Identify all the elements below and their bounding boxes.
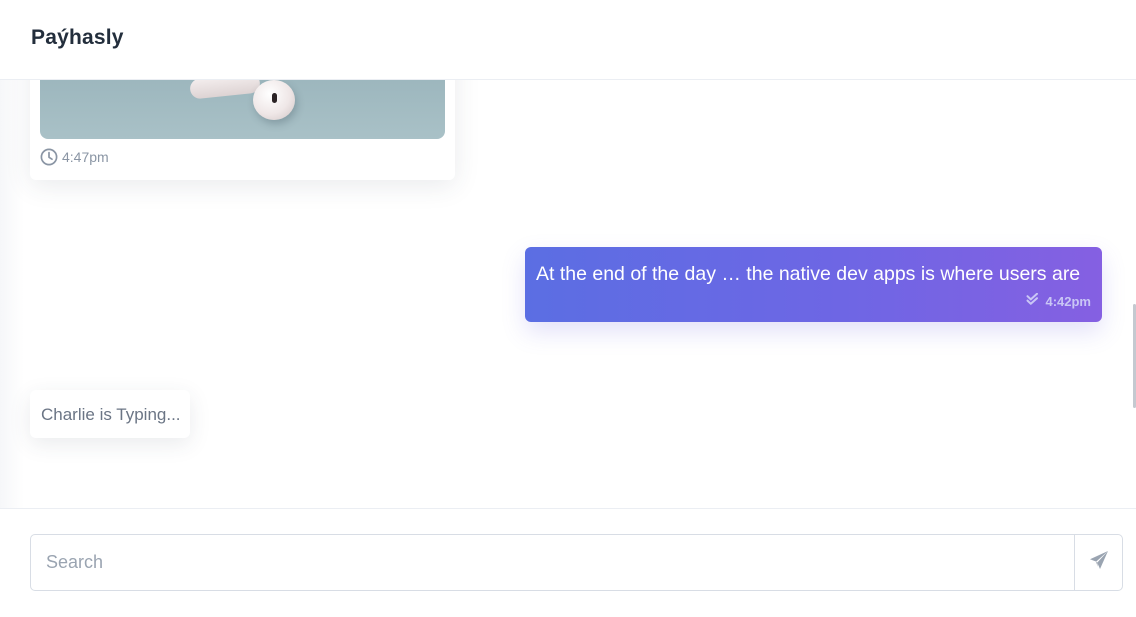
message-time: 4:47pm: [62, 149, 109, 165]
message-text: At the end of the day … the native dev a…: [536, 263, 1081, 285]
incoming-image-message: 4:47pm: [30, 80, 455, 180]
send-button[interactable]: [1074, 535, 1122, 590]
paper-plane-icon: [1089, 550, 1109, 575]
composer-input-group: [30, 534, 1123, 591]
typing-text: Charlie is Typing...: [41, 405, 181, 424]
chat-page: Paýhasly 4:47pm At the end of the day … …: [0, 0, 1136, 617]
message-meta: 4:42pm: [1026, 292, 1091, 309]
airpod-grille: [272, 93, 277, 103]
outgoing-message: At the end of the day … the native dev a…: [525, 247, 1102, 322]
message-scrollbar[interactable]: [1132, 80, 1136, 508]
message-list[interactable]: 4:47pm At the end of the day … the nativ…: [0, 80, 1136, 508]
message-time: 4:42pm: [1045, 293, 1091, 309]
composer-footer: [0, 508, 1136, 617]
search-input[interactable]: [31, 535, 1075, 590]
airpod-head: [253, 80, 295, 120]
typing-indicator: Charlie is Typing...: [30, 390, 190, 438]
airpod-stem: [189, 80, 261, 100]
clock-icon: [40, 148, 58, 166]
chat-header: Paýhasly: [0, 0, 1136, 80]
message-image[interactable]: [40, 80, 445, 139]
message-meta: 4:47pm: [40, 148, 109, 166]
chat-title: Paýhasly: [31, 26, 124, 49]
double-check-icon: [1026, 292, 1041, 309]
